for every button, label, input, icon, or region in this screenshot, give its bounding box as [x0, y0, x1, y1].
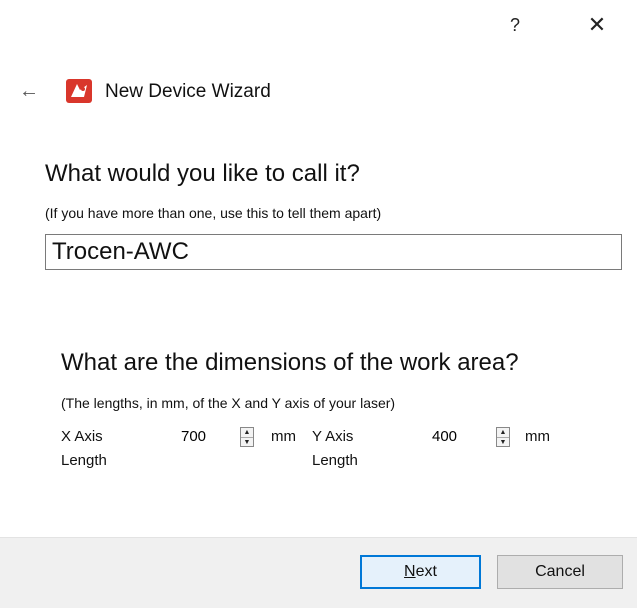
button-bar: Next Cancel: [0, 537, 637, 608]
next-label-rest: ext: [415, 563, 437, 580]
cancel-button[interactable]: Cancel: [497, 555, 623, 589]
dimensions-question-hint: (The lengths, in mm, of the X and Y axis…: [61, 395, 396, 411]
y-axis-label: Y Axis Length: [312, 428, 358, 469]
close-button[interactable]: ✕: [582, 10, 612, 40]
x-axis-unit: mm: [271, 428, 296, 445]
y-axis-stepper[interactable]: ▲ ▼: [496, 427, 510, 447]
stepper-up-icon[interactable]: ▲: [497, 428, 509, 438]
device-name-input[interactable]: [45, 234, 622, 270]
dimensions-question-heading: What are the dimensions of the work area…: [61, 349, 519, 376]
y-axis-length-input[interactable]: [432, 425, 492, 449]
name-question-hint: (If you have more than one, use this to …: [45, 205, 382, 221]
title-bar: ? ✕: [0, 0, 637, 50]
x-axis-label: X Axis Length: [61, 428, 107, 469]
wizard-header: ← New Device Wizard: [0, 76, 637, 108]
y-axis-unit: mm: [525, 428, 550, 445]
name-question-heading: What would you like to call it?: [45, 160, 360, 187]
next-mnemonic: N: [404, 563, 416, 580]
x-axis-stepper[interactable]: ▲ ▼: [240, 427, 254, 447]
stepper-down-icon[interactable]: ▼: [497, 438, 509, 447]
back-button[interactable]: ←: [14, 76, 44, 106]
help-button[interactable]: ?: [500, 10, 530, 40]
x-axis-length-input[interactable]: [181, 425, 241, 449]
stepper-up-icon[interactable]: ▲: [241, 428, 253, 438]
wizard-title: New Device Wizard: [105, 81, 271, 102]
next-button[interactable]: Next: [360, 555, 481, 589]
stepper-down-icon[interactable]: ▼: [241, 438, 253, 447]
red-laser-head-icon: [66, 79, 92, 103]
